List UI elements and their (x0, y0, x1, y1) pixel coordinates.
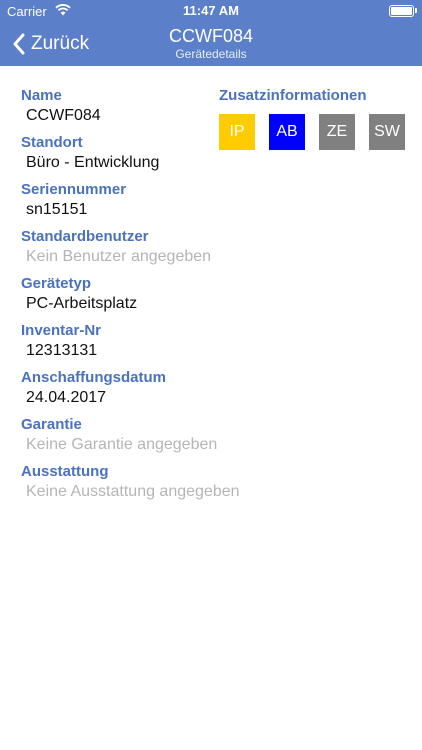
additional-info: Zusatzinformationen IP AB ZE SW (219, 87, 419, 150)
device-fields: Name CCWF084 Standort Büro - Entwicklung… (21, 87, 281, 510)
field-seriennummer: Seriennummer sn15151 (21, 181, 281, 228)
status-bar: Carrier 11:47 AM (0, 0, 422, 22)
field-label: Seriennummer (21, 181, 127, 198)
field-value: Büro - Entwicklung (26, 154, 160, 171)
header: Carrier 11:47 AM Zurück CCWF084 Gerätede… (0, 0, 422, 66)
tag-ip[interactable]: IP (219, 114, 255, 150)
nav-bar: Zurück CCWF084 Gerätedetails (0, 22, 422, 66)
field-label: Ausstattung (21, 463, 109, 480)
page-title: CCWF084 (168, 26, 253, 46)
field-garantie: Garantie Keine Garantie angegeben (21, 416, 281, 463)
tag-sw[interactable]: SW (369, 114, 405, 150)
field-ausstattung: Ausstattung Keine Ausstattung angegeben (21, 463, 281, 510)
field-label: Standardbenutzer (21, 228, 149, 245)
field-label: Gerätetyp (21, 275, 92, 292)
additional-info-heading: Zusatzinformationen (219, 87, 367, 104)
field-inventar-nr: Inventar-Nr 12313131 (21, 322, 281, 369)
field-label: Anschaffungsdatum (21, 369, 167, 386)
field-anschaffungsdatum: Anschaffungsdatum 24.04.2017 (21, 369, 281, 416)
field-value: sn15151 (26, 201, 88, 218)
page-subtitle: Gerätedetails (175, 47, 247, 61)
field-geraetetyp: Gerätetyp PC-Arbeitsplatz (21, 275, 281, 322)
battery-tip (415, 8, 417, 13)
field-value: PC-Arbeitsplatz (26, 295, 138, 312)
field-value: Kein Benutzer angegeben (26, 248, 212, 265)
field-value: 24.04.2017 (26, 389, 107, 406)
tag-ab[interactable]: AB (269, 114, 305, 150)
field-standardbenutzer: Standardbenutzer Kein Benutzer angegeben (21, 228, 281, 275)
field-value: Keine Ausstattung angegeben (26, 483, 240, 500)
battery-icon (389, 5, 414, 17)
tag-ze[interactable]: ZE (319, 114, 355, 150)
status-time: 11:47 AM (183, 3, 239, 18)
field-label: Garantie (21, 416, 82, 433)
field-value: 12313131 (26, 342, 98, 359)
field-label: Inventar-Nr (21, 322, 102, 339)
tag-list: IP AB ZE SW (219, 114, 419, 150)
field-value: Keine Garantie angegeben (26, 436, 218, 453)
